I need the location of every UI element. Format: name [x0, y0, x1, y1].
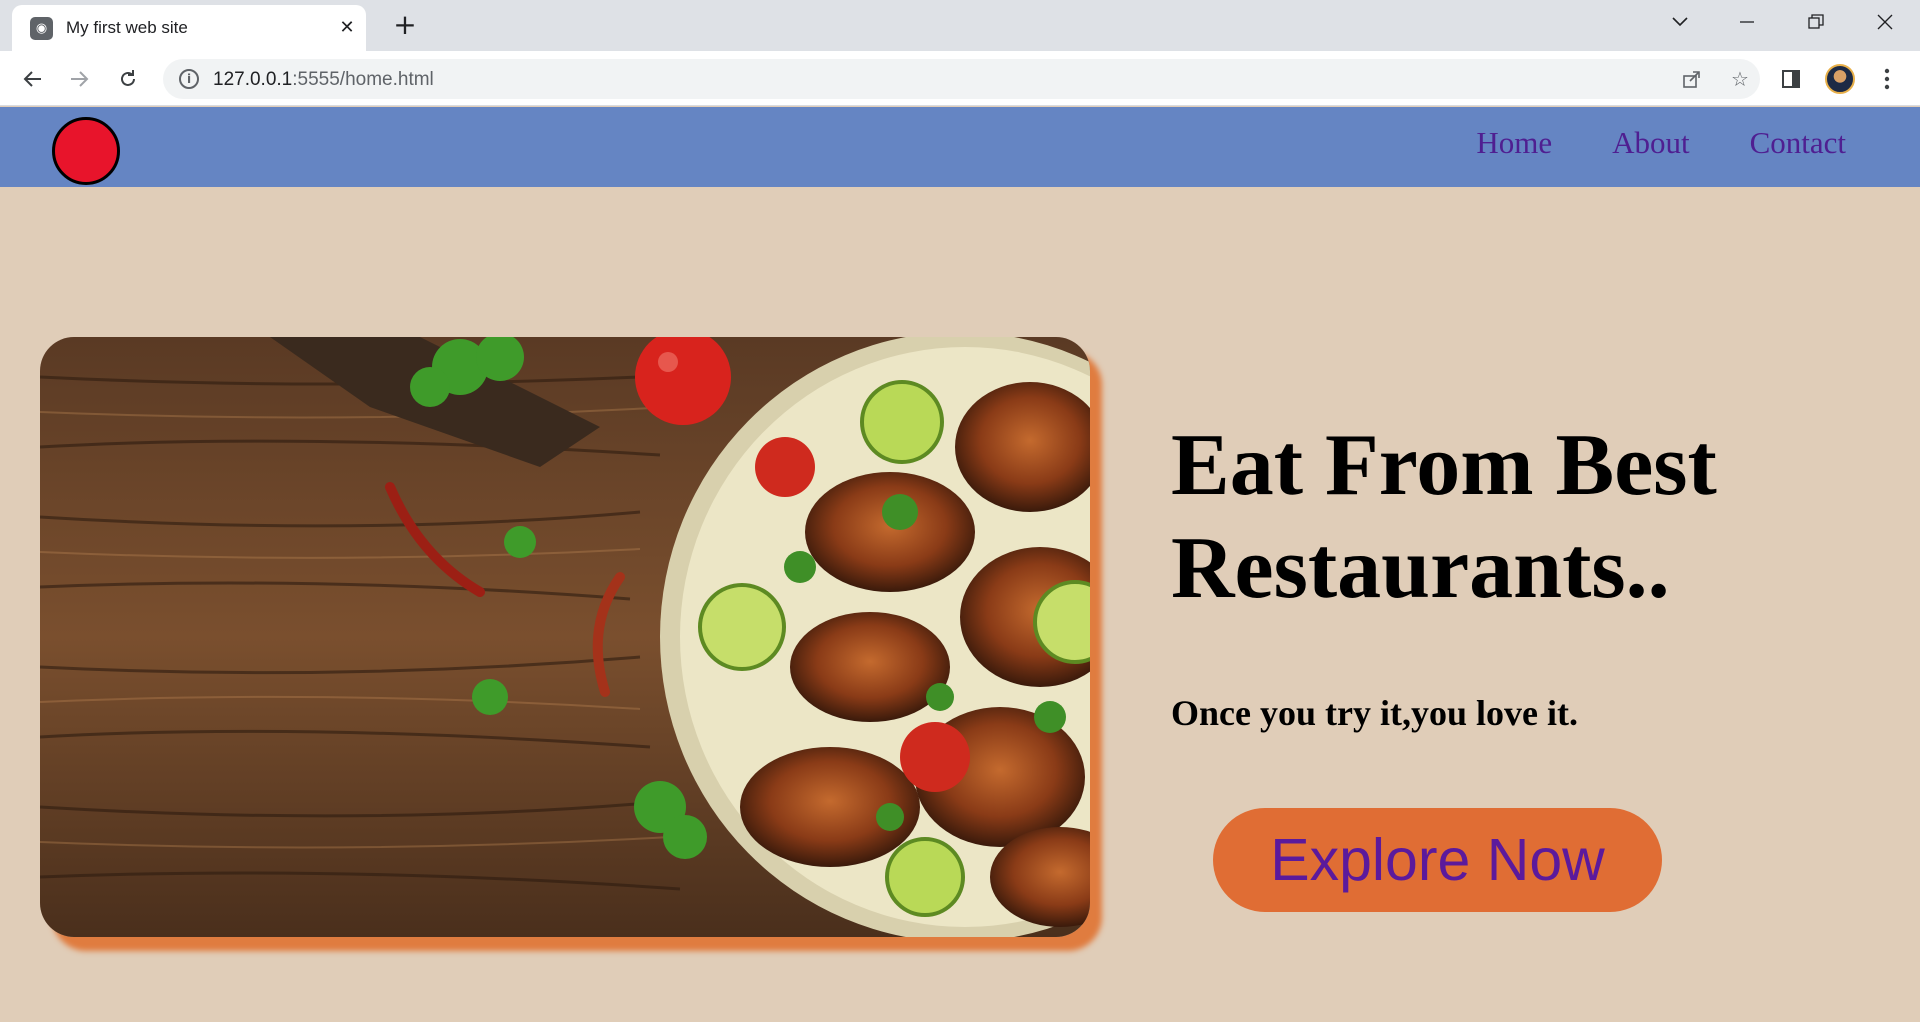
explore-now-button[interactable]: Explore Now	[1213, 808, 1662, 912]
hero-image	[40, 337, 1090, 937]
tab-search-icon[interactable]	[1660, 6, 1700, 38]
tab-close-icon[interactable]: ✕	[334, 14, 360, 40]
side-panel-icon[interactable]	[1774, 62, 1808, 96]
address-bar[interactable]: i 127.0.0.1:5555/home.html ☆	[163, 59, 1760, 99]
nav-link-about[interactable]: About	[1612, 125, 1690, 161]
minimize-icon[interactable]	[1727, 6, 1767, 38]
arrow-right-icon[interactable]	[62, 62, 96, 96]
close-window-icon[interactable]	[1865, 6, 1905, 38]
info-icon[interactable]: i	[179, 69, 199, 89]
avatar[interactable]	[1825, 64, 1855, 94]
nav-link-contact[interactable]: Contact	[1750, 125, 1846, 161]
site-logo[interactable]	[52, 117, 120, 185]
browser-tab[interactable]: ◉ My first web site ✕	[12, 5, 366, 51]
site-header: Home About Contact	[0, 107, 1920, 187]
browser-toolbar: i 127.0.0.1:5555/home.html ☆	[0, 51, 1920, 106]
browser-tab-bar: ◉ My first web site ✕ +	[0, 0, 1920, 51]
site-nav: Home About Contact	[1476, 125, 1846, 161]
tab-title: My first web site	[66, 18, 188, 37]
kebab-menu-icon[interactable]	[1870, 62, 1904, 96]
share-icon[interactable]	[1679, 66, 1705, 92]
arrow-left-icon[interactable]	[16, 62, 50, 96]
restore-icon[interactable]	[1796, 6, 1836, 38]
broadcast-icon: ◉	[30, 17, 53, 40]
url-text[interactable]: 127.0.0.1:5555/home.html	[213, 69, 434, 91]
nav-link-home[interactable]: Home	[1476, 125, 1552, 161]
star-icon[interactable]: ☆	[1727, 66, 1753, 92]
reload-icon[interactable]	[111, 62, 145, 96]
hero-subtitle: Once you try it,you love it.	[1171, 693, 1578, 733]
hero-title: Eat From Best Restaurants..	[1171, 417, 1717, 617]
new-tab-button[interactable]: +	[390, 10, 420, 40]
